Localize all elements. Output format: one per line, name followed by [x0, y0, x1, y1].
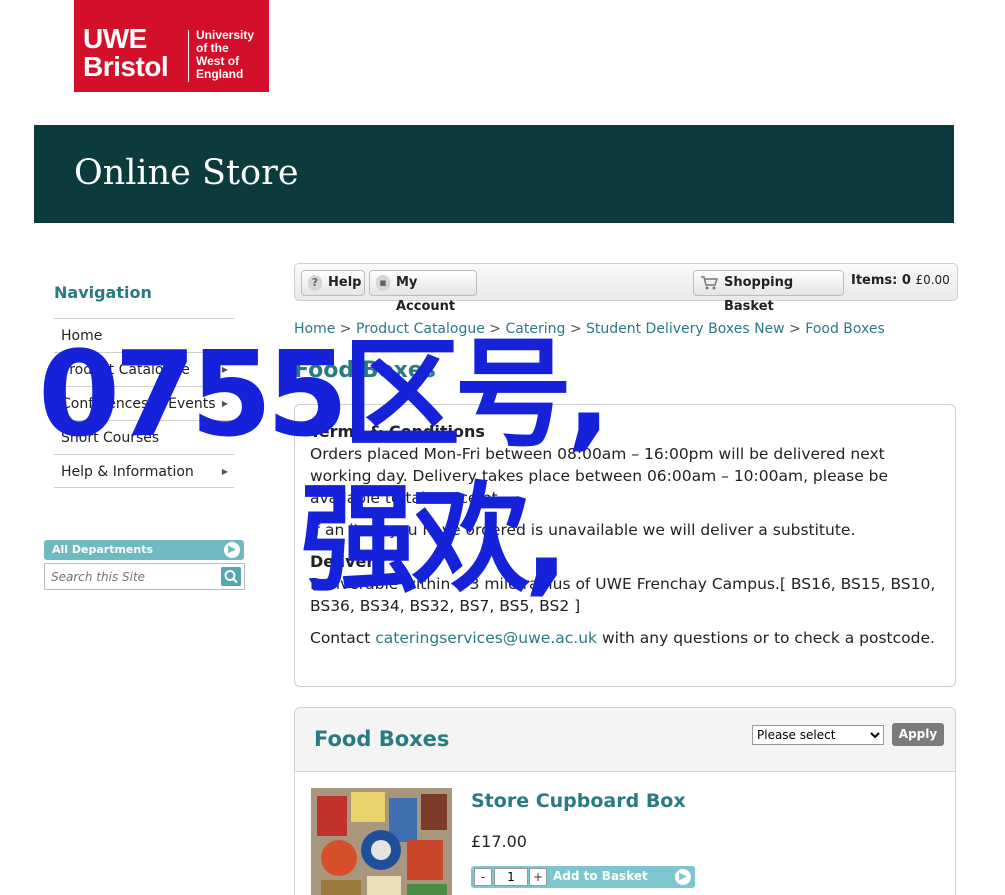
nav-heading: Navigation	[54, 283, 152, 302]
store-banner: Online Store	[34, 125, 954, 223]
banner-title: Online Store	[74, 153, 299, 193]
breadcrumb-home[interactable]: Home	[294, 321, 335, 337]
departments-label: All Departments	[52, 543, 154, 556]
breadcrumb: Home > Product Catalogue > Catering > St…	[294, 321, 885, 337]
products-panel: Food Boxes Please select Apply Store Cup…	[294, 707, 956, 895]
breadcrumb-catering[interactable]: Catering	[505, 321, 565, 337]
nav-item-conferences[interactable]: Conferences & Events ▶	[54, 386, 234, 420]
account-label: My Account	[396, 275, 456, 314]
chevron-right-icon: ▶	[224, 542, 240, 558]
breadcrumb-sep: >	[789, 321, 801, 337]
logo-sub-line: England	[196, 67, 244, 81]
shopping-basket-button[interactable]: Shopping Basket	[693, 270, 844, 314]
items-count: Items: 0	[851, 273, 911, 288]
apply-button[interactable]: Apply	[892, 723, 944, 746]
search-icon	[224, 570, 238, 584]
product-name-link[interactable]: Store Cupboard Box	[471, 790, 686, 812]
uwe-logo[interactable]: UWE Bristol University of the West of En…	[74, 0, 269, 92]
nav-item-help-information[interactable]: Help & Information ▶	[54, 454, 234, 488]
nav-item-label: Conferences & Events	[61, 396, 216, 412]
nav-item-product-catalogue[interactable]: Product Catalogue ▶	[54, 352, 234, 386]
terms-heading: Terms & Conditions	[310, 422, 485, 441]
sidebar-nav: Home Product Catalogue ▶ Conferences & Ev…	[54, 318, 234, 488]
logo-line1: UWE	[83, 23, 147, 54]
groceries-image	[311, 788, 452, 895]
nav-item-home[interactable]: Home	[54, 318, 234, 352]
terms-paragraph-substitute: If an item you have ordered is unavailab…	[310, 521, 856, 539]
delivery-heading: Delivery	[310, 552, 385, 571]
site-search	[44, 563, 245, 590]
delivery-paragraph: Deliverable within a 3 mile radius of UW…	[310, 575, 936, 615]
contact-suffix: with any questions or to check a postcod…	[597, 629, 935, 647]
all-departments-dropdown[interactable]: All Departments ▶	[44, 540, 244, 560]
terms-box: Terms & Conditions Orders placed Mon-Fri…	[294, 404, 956, 687]
chevron-right-icon: ▶	[675, 869, 691, 885]
add-to-basket-bar: - + Add to Basket ▶	[471, 866, 695, 888]
basket-total: £0.00	[915, 273, 950, 287]
breadcrumb-food-boxes[interactable]: Food Boxes	[805, 321, 885, 337]
logo-line2: Bristol	[83, 51, 169, 82]
store-toolbar: ? Help ▪ My Account Shopping Basket Item…	[294, 263, 958, 314]
contact-email-link[interactable]: cateringservices@uwe.ac.uk	[375, 629, 597, 647]
basket-summary: Items: 0 £0.00	[851, 273, 950, 288]
page-title: Food Boxes	[294, 358, 436, 383]
nav-item-label: Home	[61, 328, 103, 344]
breadcrumb-product-catalogue[interactable]: Product Catalogue	[356, 321, 485, 337]
arrow-right-icon: ▶	[221, 467, 228, 476]
logo-wordmark: UWE Bristol	[83, 23, 169, 82]
breadcrumb-sep: >	[569, 321, 582, 337]
nav-item-label: Help & Information	[61, 464, 194, 480]
contact-paragraph: Contact cateringservices@uwe.ac.uk with …	[310, 627, 940, 649]
search-button[interactable]	[221, 567, 241, 586]
help-label: Help	[328, 275, 362, 290]
terms-paragraph-hours: Orders placed Mon-Fri between 08:00am – …	[310, 445, 889, 507]
cart-icon	[701, 276, 718, 290]
arrow-right-icon: ▶	[221, 399, 228, 408]
my-account-button[interactable]: ▪ My Account	[369, 270, 477, 314]
search-input[interactable]	[45, 564, 215, 589]
logo-subtitle: University of the West of England	[196, 29, 254, 81]
nav-item-short-courses[interactable]: Short Courses	[54, 420, 234, 454]
help-button[interactable]: ? Help	[301, 270, 365, 296]
product-price: £17.00	[471, 832, 527, 851]
product-image[interactable]	[311, 788, 452, 895]
breadcrumb-sep: >	[489, 321, 502, 337]
add-to-basket-button[interactable]: Add to Basket	[553, 869, 648, 883]
products-panel-header: Food Boxes Please select Apply	[295, 708, 955, 772]
nav-item-label: Short Courses	[61, 430, 160, 446]
products-panel-title: Food Boxes	[314, 727, 450, 751]
arrow-right-icon: ▶	[221, 365, 228, 374]
breadcrumb-student-delivery[interactable]: Student Delivery Boxes New	[586, 321, 785, 337]
qty-decrease-button[interactable]: -	[474, 868, 492, 886]
contact-prefix: Contact	[310, 629, 376, 647]
logo-divider	[188, 30, 189, 82]
quantity-input[interactable]	[494, 868, 528, 886]
help-icon: ?	[308, 275, 322, 291]
sort-select[interactable]: Please select	[752, 725, 884, 745]
lock-icon: ▪	[376, 275, 390, 291]
basket-label: Shopping Basket	[724, 275, 794, 314]
breadcrumb-sep: >	[339, 321, 352, 337]
qty-increase-button[interactable]: +	[529, 868, 547, 886]
nav-item-label: Product Catalogue	[61, 362, 190, 378]
